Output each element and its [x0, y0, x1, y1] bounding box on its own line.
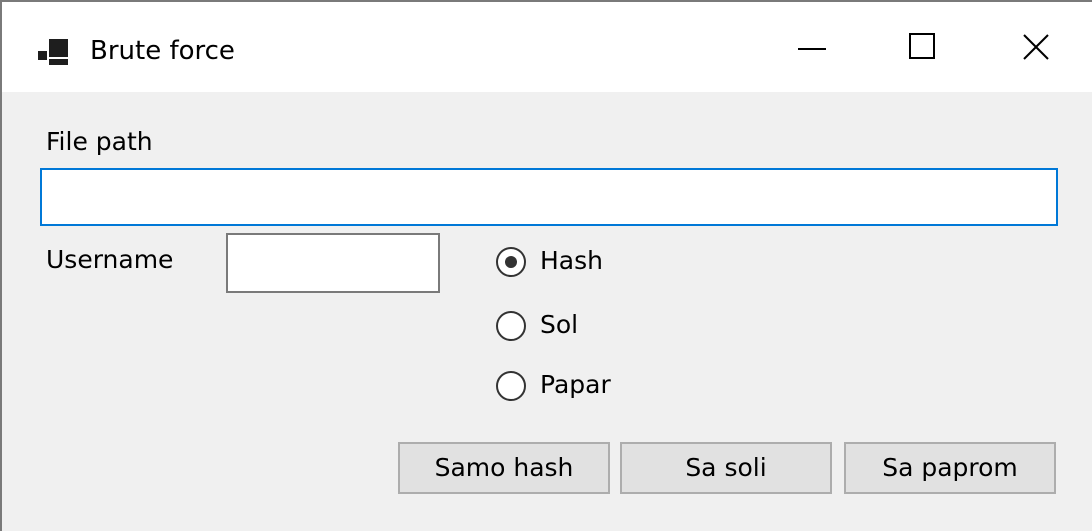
maximize-button[interactable]	[868, 2, 988, 92]
brute-force-window: Brute force File path Username Hash Sol …	[0, 0, 1092, 531]
radio-papar-circle	[496, 371, 526, 401]
minimize-button[interactable]	[754, 2, 874, 92]
sa-soli-button[interactable]: Sa soli	[620, 442, 832, 494]
radio-papar-label: Papar	[540, 370, 611, 399]
radio-papar[interactable]: Papar	[496, 366, 656, 406]
window-title: Brute force	[90, 36, 235, 66]
close-icon	[1023, 34, 1049, 60]
file-path-input[interactable]	[40, 168, 1058, 226]
radio-hash-label: Hash	[540, 246, 603, 275]
app-window-icon	[38, 39, 68, 65]
radio-sol-circle	[496, 311, 526, 341]
username-input[interactable]	[226, 233, 440, 293]
radio-sol-label: Sol	[540, 310, 579, 339]
title-bar[interactable]: Brute force	[2, 2, 1092, 92]
radio-hash-selected-dot	[505, 256, 517, 268]
samo-hash-button[interactable]: Samo hash	[398, 442, 610, 494]
radio-hash[interactable]: Hash	[496, 242, 656, 282]
close-button[interactable]	[972, 2, 1092, 92]
maximize-icon	[909, 33, 935, 59]
sa-paprom-button[interactable]: Sa paprom	[844, 442, 1056, 494]
radio-hash-circle	[496, 247, 526, 277]
username-label: Username	[46, 245, 174, 274]
radio-sol[interactable]: Sol	[496, 306, 656, 346]
file-path-label: File path	[46, 127, 153, 156]
minimize-icon	[798, 48, 826, 50]
